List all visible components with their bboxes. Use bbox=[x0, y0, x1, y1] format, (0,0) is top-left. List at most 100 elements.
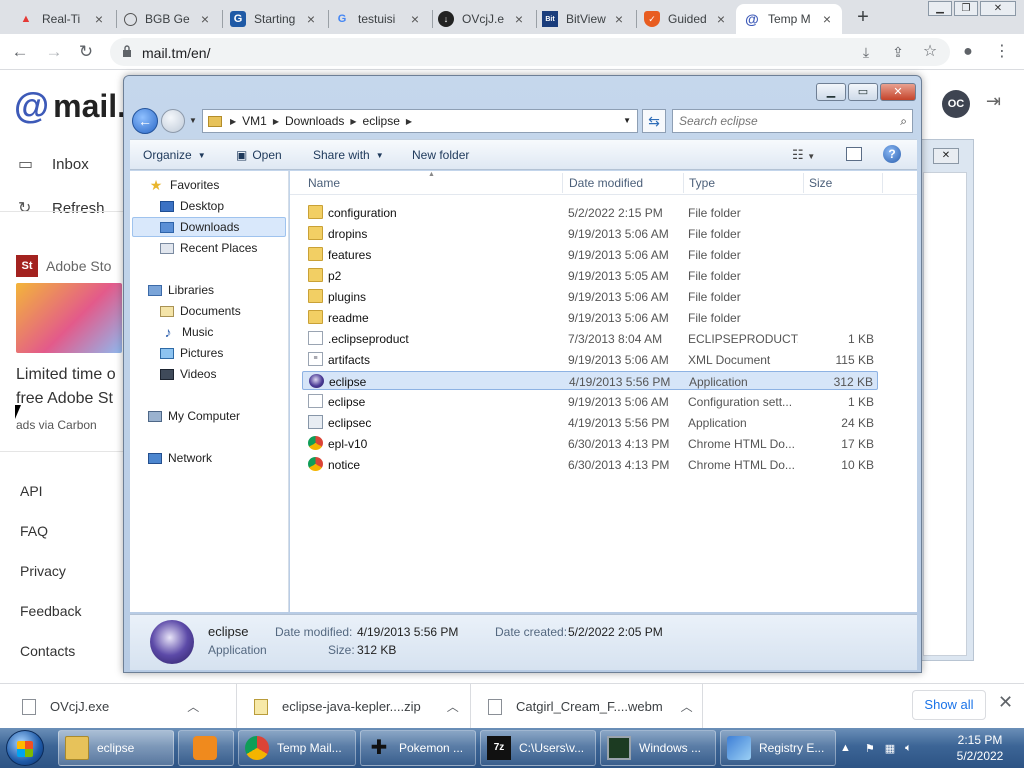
close-icon[interactable]: × bbox=[714, 11, 728, 27]
chevron-right-icon[interactable]: ▶ bbox=[406, 117, 412, 126]
close-icon[interactable]: × bbox=[92, 11, 106, 27]
column-header-size[interactable]: Size bbox=[809, 176, 832, 190]
footer-link-privacy[interactable]: Privacy bbox=[20, 563, 66, 579]
refresh-icon[interactable]: ⇆ bbox=[642, 109, 666, 133]
nav-videos[interactable]: Videos bbox=[160, 364, 216, 384]
browser-tab-7[interactable]: ✓ Guided × bbox=[636, 4, 736, 34]
chevron-right-icon[interactable]: ▶ bbox=[350, 117, 356, 126]
footer-link-api[interactable]: API bbox=[20, 483, 43, 499]
browser-tab-3[interactable]: G Starting × bbox=[222, 4, 326, 34]
help-icon[interactable]: ? bbox=[883, 145, 901, 163]
change-view-icon[interactable]: ☷ ▼ bbox=[792, 147, 815, 163]
column-header-name[interactable]: Name bbox=[308, 176, 340, 190]
browser-tab-active[interactable]: @ Temp M × bbox=[736, 4, 842, 34]
nav-recent-places[interactable]: Recent Places bbox=[160, 238, 257, 258]
organize-button[interactable]: Organize ▼ bbox=[143, 148, 206, 162]
footer-link-contacts[interactable]: Contacts bbox=[20, 643, 75, 659]
file-row[interactable]: plugins 9/19/2013 5:06 AM File folder bbox=[302, 287, 878, 306]
taskbar-item-media-player[interactable] bbox=[178, 730, 234, 766]
maximize-button[interactable]: ▭ bbox=[848, 83, 878, 101]
footer-link-faq[interactable]: FAQ bbox=[20, 523, 48, 539]
breadcrumb-downloads[interactable]: Downloads bbox=[285, 114, 344, 128]
file-row[interactable]: ≡ artifacts 9/19/2013 5:06 AM XML Docume… bbox=[302, 350, 878, 369]
sidebar-item-refresh[interactable]: ↻ Refresh bbox=[18, 198, 105, 218]
close-icon[interactable]: × bbox=[820, 11, 834, 27]
reload-icon[interactable]: ↻ bbox=[74, 40, 98, 64]
taskbar-item-task-manager[interactable]: Windows ... bbox=[600, 730, 716, 766]
preview-pane-icon[interactable] bbox=[846, 147, 862, 161]
forward-arrow-icon[interactable]: → bbox=[42, 40, 66, 64]
browser-tab-5[interactable]: ↓ OVcjJ.e × bbox=[430, 4, 534, 34]
maximize-button[interactable]: ❐ bbox=[954, 1, 978, 16]
nav-desktop[interactable]: Desktop bbox=[160, 196, 224, 216]
menu-kebab-icon[interactable]: ⋮ bbox=[990, 40, 1014, 64]
bookmark-star-icon[interactable]: ☆ bbox=[918, 40, 942, 64]
chevron-down-icon[interactable]: ▼ bbox=[189, 116, 197, 125]
nav-favorites[interactable]: ★ Favorites bbox=[148, 175, 220, 195]
new-tab-button[interactable]: + bbox=[852, 6, 874, 28]
file-row[interactable]: configuration 5/2/2022 2:15 PM File fold… bbox=[302, 203, 878, 222]
chevron-up-icon[interactable]: ︿ bbox=[447, 698, 459, 715]
profile-icon[interactable]: ● bbox=[956, 40, 980, 64]
back-arrow-icon[interactable]: ← bbox=[132, 108, 158, 134]
file-row[interactable]: dropins 9/19/2013 5:06 AM File folder bbox=[302, 224, 878, 243]
file-row[interactable]: readme 9/19/2013 5:06 AM File folder bbox=[302, 308, 878, 327]
chevron-up-icon[interactable]: ︿ bbox=[187, 698, 199, 715]
address-bar[interactable]: mail.tm/en/ bbox=[110, 38, 950, 66]
file-row[interactable]: eclipsec 4/19/2013 5:56 PM Application 2… bbox=[302, 413, 878, 432]
file-row[interactable]: features 9/19/2013 5:06 AM File folder bbox=[302, 245, 878, 264]
open-button[interactable]: ▣ Open bbox=[236, 148, 282, 162]
new-folder-button[interactable]: New folder bbox=[412, 148, 469, 162]
column-divider[interactable] bbox=[562, 173, 563, 193]
minimize-button[interactable]: ▁ bbox=[928, 1, 952, 16]
file-row[interactable]: p2 9/19/2013 5:05 AM File folder bbox=[302, 266, 878, 285]
footer-link-feedback[interactable]: Feedback bbox=[20, 603, 81, 619]
search-box[interactable]: ⌕ bbox=[672, 109, 913, 133]
taskbar-item-explorer[interactable]: eclipse bbox=[58, 730, 174, 766]
column-divider[interactable] bbox=[683, 173, 684, 193]
download-item-2[interactable]: eclipse-java-kepler....zip ︿ bbox=[254, 684, 459, 729]
browser-tab-6[interactable]: Bit BitView × bbox=[534, 4, 634, 34]
taskbar-item-pokemon[interactable]: ✚ Pokemon ... bbox=[360, 730, 476, 766]
network-icon[interactable]: ▦ bbox=[885, 742, 895, 755]
download-item-1[interactable]: OVcjJ.exe ︿ bbox=[22, 684, 199, 729]
close-icon[interactable]: ✕ bbox=[933, 148, 959, 164]
nav-music[interactable]: ♪ Music bbox=[160, 322, 214, 342]
chevron-up-icon[interactable]: ▲ bbox=[840, 742, 851, 754]
chevron-down-icon[interactable]: ▼ bbox=[623, 116, 631, 125]
forward-arrow-icon[interactable] bbox=[161, 109, 185, 133]
ad-text[interactable]: Limited time o free Adobe St bbox=[16, 363, 126, 411]
share-icon[interactable]: ⇪ bbox=[886, 40, 910, 64]
nav-my-computer[interactable]: My Computer bbox=[148, 406, 240, 426]
start-button[interactable] bbox=[6, 730, 44, 766]
sidebar-item-inbox[interactable]: ▭ Inbox bbox=[18, 154, 89, 174]
nav-downloads[interactable]: Downloads bbox=[132, 217, 286, 237]
breadcrumb-eclipse[interactable]: eclipse bbox=[363, 114, 400, 128]
close-window-button[interactable]: ✕ bbox=[880, 83, 916, 101]
browser-tab-4[interactable]: G testuisi × bbox=[326, 4, 430, 34]
file-row-selected[interactable]: eclipse 4/19/2013 5:56 PM Application 31… bbox=[302, 371, 878, 390]
column-header-type[interactable]: Type bbox=[689, 176, 715, 190]
nav-documents[interactable]: Documents bbox=[160, 301, 241, 321]
logout-icon[interactable]: ⇥ bbox=[986, 91, 1001, 112]
taskbar-item-chrome[interactable]: Temp Mail... bbox=[238, 730, 356, 766]
flag-icon[interactable]: ⚑ bbox=[865, 742, 875, 755]
mail-logo[interactable]: @ mail. bbox=[14, 85, 126, 127]
show-all-button[interactable]: Show all bbox=[912, 690, 986, 720]
path-breadcrumb[interactable]: ▶ VM1 ▶ Downloads ▶ eclipse ▶ ▼ bbox=[202, 109, 638, 133]
search-icon[interactable]: ⌕ bbox=[900, 114, 907, 129]
nav-network[interactable]: Network bbox=[148, 448, 212, 468]
browser-tab-1[interactable]: ▲ Real-Ti × bbox=[10, 4, 114, 34]
install-icon[interactable]: ⤓ bbox=[854, 40, 878, 64]
file-row[interactable]: .eclipseproduct 7/3/2013 8:04 AM ECLIPSE… bbox=[302, 329, 878, 348]
nav-pictures[interactable]: Pictures bbox=[160, 343, 223, 363]
chevron-right-icon[interactable]: ▶ bbox=[273, 117, 279, 126]
chevron-right-icon[interactable]: ▶ bbox=[230, 117, 236, 126]
minimize-button[interactable]: ▁ bbox=[816, 83, 846, 101]
taskbar-item-7zip[interactable]: 7z C:\Users\v... bbox=[480, 730, 596, 766]
column-header-date[interactable]: Date modified bbox=[569, 176, 643, 190]
search-input[interactable] bbox=[679, 114, 879, 128]
file-row[interactable]: notice 6/30/2013 4:13 PM Chrome HTML Do.… bbox=[302, 455, 878, 474]
breadcrumb-vm1[interactable]: VM1 bbox=[242, 114, 267, 128]
carbon-ad[interactable]: St Adobe Sto bbox=[16, 255, 126, 353]
